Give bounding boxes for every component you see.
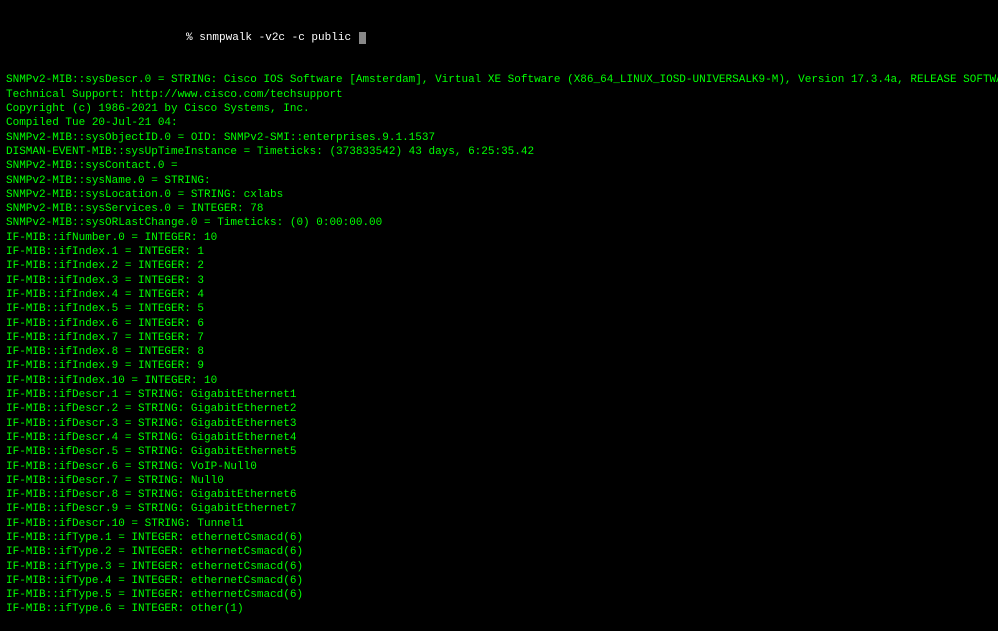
output-line: SNMPv2-MIB::sysContact.0 = xyxy=(6,159,992,173)
output-line: DISMAN-EVENT-MIB::sysUpTimeInstance = Ti… xyxy=(6,145,992,159)
output-line: IF-MIB::ifType.4 = INTEGER: ethernetCsma… xyxy=(6,574,992,588)
command-text: snmpwalk -v2c -c public xyxy=(199,32,357,44)
output-lines-container: SNMPv2-MIB::sysDescr.0 = STRING: Cisco I… xyxy=(6,73,992,616)
output-line: IF-MIB::ifType.5 = INTEGER: ethernetCsma… xyxy=(6,588,992,602)
output-line: SNMPv2-MIB::sysName.0 = STRING: xyxy=(6,174,992,188)
output-line: IF-MIB::ifIndex.7 = INTEGER: 7 xyxy=(6,331,992,345)
output-line: Compiled Tue 20-Jul-21 04: xyxy=(6,116,992,130)
output-line: SNMPv2-MIB::sysORLastChange.0 = Timetick… xyxy=(6,216,992,230)
output-line: IF-MIB::ifIndex.2 = INTEGER: 2 xyxy=(6,259,992,273)
output-line: IF-MIB::ifDescr.3 = STRING: GigabitEther… xyxy=(6,417,992,431)
output-line: IF-MIB::ifType.2 = INTEGER: ethernetCsma… xyxy=(6,545,992,559)
output-line: IF-MIB::ifDescr.5 = STRING: GigabitEther… xyxy=(6,445,992,459)
output-line: IF-MIB::ifDescr.6 = STRING: VoIP-Null0 xyxy=(6,460,992,474)
output-line: SNMPv2-MIB::sysServices.0 = INTEGER: 78 xyxy=(6,202,992,216)
output-line: IF-MIB::ifIndex.4 = INTEGER: 4 xyxy=(6,288,992,302)
output-line: SNMPv2-MIB::sysDescr.0 = STRING: Cisco I… xyxy=(6,73,992,87)
output-line: IF-MIB::ifDescr.1 = STRING: GigabitEther… xyxy=(6,388,992,402)
output-line: IF-MIB::ifDescr.10 = STRING: Tunnel1 xyxy=(6,517,992,531)
output-line: SNMPv2-MIB::sysLocation.0 = STRING: cxla… xyxy=(6,188,992,202)
output-line: IF-MIB::ifIndex.3 = INTEGER: 3 xyxy=(6,274,992,288)
output-line: IF-MIB::ifIndex.6 = INTEGER: 6 xyxy=(6,317,992,331)
output-line: IF-MIB::ifType.3 = INTEGER: ethernetCsma… xyxy=(6,560,992,574)
output-line: IF-MIB::ifType.1 = INTEGER: ethernetCsma… xyxy=(6,531,992,545)
command-prompt-line: % snmpwalk -v2c -c public xyxy=(6,31,992,45)
output-line: IF-MIB::ifIndex.9 = INTEGER: 9 xyxy=(6,359,992,373)
output-line: Technical Support: http://www.cisco.com/… xyxy=(6,88,992,102)
output-line: IF-MIB::ifIndex.5 = INTEGER: 5 xyxy=(6,302,992,316)
output-line: IF-MIB::ifIndex.10 = INTEGER: 10 xyxy=(6,374,992,388)
output-line: IF-MIB::ifIndex.8 = INTEGER: 8 xyxy=(6,345,992,359)
output-line: SNMPv2-MIB::sysObjectID.0 = OID: SNMPv2-… xyxy=(6,131,992,145)
output-line: IF-MIB::ifDescr.2 = STRING: GigabitEther… xyxy=(6,402,992,416)
output-line: Copyright (c) 1986-2021 by Cisco Systems… xyxy=(6,102,992,116)
output-line: IF-MIB::ifNumber.0 = INTEGER: 10 xyxy=(6,231,992,245)
terminal-output[interactable]: % snmpwalk -v2c -c public SNMPv2-MIB::sy… xyxy=(6,2,992,516)
prompt-percent: % xyxy=(186,32,193,44)
output-line: IF-MIB::ifDescr.4 = STRING: GigabitEther… xyxy=(6,431,992,445)
output-line: IF-MIB::ifType.6 = INTEGER: other(1) xyxy=(6,602,992,616)
output-line: IF-MIB::ifDescr.8 = STRING: GigabitEther… xyxy=(6,488,992,502)
output-line: IF-MIB::ifDescr.7 = STRING: Null0 xyxy=(6,474,992,488)
output-line: IF-MIB::ifIndex.1 = INTEGER: 1 xyxy=(6,245,992,259)
output-line: IF-MIB::ifDescr.9 = STRING: GigabitEther… xyxy=(6,502,992,516)
cursor-icon xyxy=(359,32,366,44)
